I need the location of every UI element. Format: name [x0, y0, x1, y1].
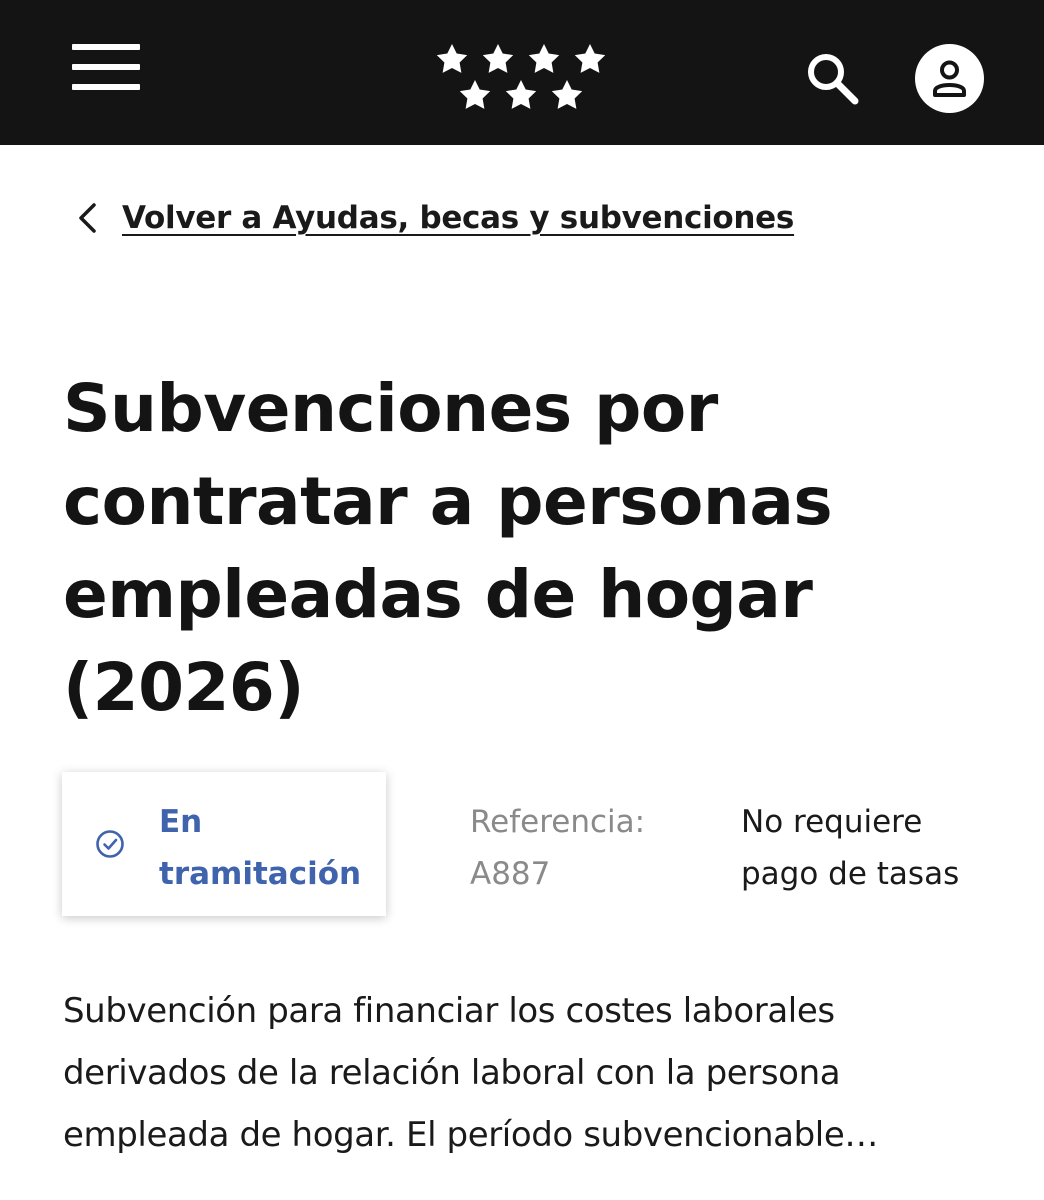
reference-label: Referencia:: [470, 804, 646, 840]
top-navigation-bar: [0, 0, 1044, 145]
page-title-line: Subvenciones por: [63, 370, 718, 447]
fees-line: pago de tasas: [741, 856, 960, 892]
status-label: En tramitación: [159, 796, 379, 900]
page-title-line: contratar a personas: [63, 463, 833, 540]
menu-bar: [72, 64, 140, 70]
back-link-label[interactable]: Volver a Ayudas, becas y subvenciones: [122, 200, 794, 236]
status-label-line: tramitación: [159, 856, 362, 892]
fees-info: No requiere pago de tasas: [741, 796, 1001, 900]
page-title-line: empleadas de hogar: [63, 556, 813, 633]
description-text: Subvención para financiar los costes lab…: [63, 980, 1023, 1166]
search-icon[interactable]: [800, 46, 864, 110]
check-circle-icon: [96, 830, 124, 858]
user-account-button[interactable]: [915, 44, 984, 113]
page-title-line: (2026): [63, 649, 305, 726]
description-line: Subvención para financiar los costes lab…: [63, 991, 835, 1031]
menu-bar: [72, 44, 140, 50]
hamburger-menu-icon[interactable]: [72, 44, 140, 92]
seven-stars-logo-icon[interactable]: [422, 30, 622, 120]
page-title: Subvenciones por contratar a personas em…: [63, 362, 1003, 734]
back-link[interactable]: Volver a Ayudas, becas y subvenciones: [70, 193, 794, 243]
chevron-left-icon: [79, 203, 96, 233]
user-account-icon: [933, 60, 966, 97]
status-label-line: En: [159, 804, 203, 840]
description-line: empleada de hogar. El período subvencion…: [63, 1115, 878, 1155]
fees-line: No requiere: [741, 804, 923, 840]
description-line: derivados de la relación laboral con la …: [63, 1053, 841, 1093]
reference-info: Referencia: A887: [470, 796, 700, 900]
reference-value: A887: [470, 856, 551, 892]
menu-bar: [72, 84, 140, 90]
